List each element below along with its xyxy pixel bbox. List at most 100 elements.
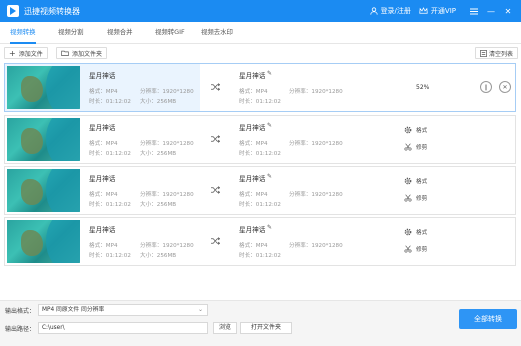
resolution-label: 分辨率：: [289, 192, 312, 198]
output-resolution: 1920*1280: [311, 89, 343, 95]
source-format: MP4: [105, 192, 118, 198]
trim-button[interactable]: 修剪: [404, 245, 427, 253]
pause-button[interactable]: ∥: [480, 81, 492, 93]
format-settings-button[interactable]: 格式: [404, 177, 427, 185]
source-format: MP4: [105, 243, 118, 249]
output-format: MP4: [255, 89, 268, 95]
source-size: 256MB: [156, 151, 177, 157]
trim-label: 修剪: [416, 145, 428, 151]
format-label: 格式：: [89, 243, 106, 249]
tab-remove-watermark[interactable]: 视频去水印: [201, 22, 233, 43]
video-thumbnail: [7, 169, 80, 212]
convert-all-button[interactable]: 全部转换: [459, 309, 517, 329]
add-file-button[interactable]: + 添加文件: [4, 47, 48, 59]
resolution-label: 分辨率：: [140, 89, 163, 95]
format-settings-label: 格式: [416, 128, 428, 134]
format-label: 格式：: [89, 89, 106, 95]
menu-icon: [470, 8, 478, 14]
output-path-value: C:\user\: [42, 325, 65, 331]
edit-name-icon[interactable]: ✎: [267, 173, 272, 180]
output-format-label: 输出格式：: [5, 308, 36, 315]
resolution-label: 分辨率：: [289, 243, 312, 249]
file-row[interactable]: 星月神话 格式：MP4 分辨率：1920*1280 时长：01:12:02 大小…: [4, 166, 516, 215]
tab-video-convert[interactable]: 视频转换: [10, 22, 36, 44]
minimize-button[interactable]: —: [484, 4, 498, 18]
output-resolution: 1920*1280: [311, 192, 343, 198]
edit-name-icon[interactable]: ✎: [267, 224, 272, 231]
file-row[interactable]: 星月神话 格式：MP4 分辨率：1920*1280 时长：01:12:02 大小…: [4, 63, 516, 112]
add-folder-label: 添加文件夹: [72, 50, 103, 58]
format-settings-button[interactable]: 格式: [404, 126, 427, 134]
output-duration: 01:12:02: [255, 253, 281, 259]
video-thumbnail: [7, 118, 80, 161]
convert-arrow-icon: [211, 186, 220, 194]
cancel-button[interactable]: ✕: [499, 81, 511, 93]
duration-label: 时长：: [239, 202, 256, 208]
output-file-name: 星月神话: [239, 124, 266, 132]
app-logo-icon: [7, 5, 19, 17]
file-row[interactable]: 星月神话 格式：MP4 分辨率：1920*1280 时长：01:12:02 大小…: [4, 217, 516, 266]
browse-button[interactable]: 浏览: [213, 322, 237, 334]
output-resolution: 1920*1280: [311, 243, 343, 249]
format-settings-button[interactable]: 格式: [404, 228, 427, 236]
source-size: 256MB: [156, 99, 177, 105]
source-resolution: 1920*1280: [162, 192, 194, 198]
edit-name-icon[interactable]: ✎: [267, 122, 272, 129]
output-format: MP4: [255, 192, 268, 198]
close-icon: ✕: [502, 83, 508, 91]
output-settings-bar: 输出格式： MP4 同原文件 同分辨率 ⌄ 输出路径： C:\user\ 浏览 …: [0, 300, 521, 346]
gear-icon: [404, 228, 412, 236]
duration-label: 时长：: [89, 99, 106, 105]
login-label: 登录/注册: [380, 7, 411, 15]
duration-label: 时长：: [239, 151, 256, 157]
vip-crown-icon: [419, 7, 428, 14]
duration-label: 时长：: [239, 99, 256, 105]
edit-name-icon[interactable]: ✎: [267, 70, 272, 77]
app-title: 迅捷视频转换器: [24, 6, 80, 16]
video-thumbnail: [7, 220, 80, 263]
output-duration: 01:12:02: [255, 99, 281, 105]
trim-button[interactable]: 修剪: [404, 143, 427, 151]
progress-percent: 52%: [416, 84, 430, 91]
scissors-icon: [404, 245, 412, 253]
file-toolbar: + 添加文件 添加文件夹 清空列表: [0, 45, 521, 61]
source-resolution: 1920*1280: [162, 141, 194, 147]
format-label: 格式：: [239, 192, 256, 198]
add-file-label: 添加文件: [18, 50, 43, 58]
output-path-label: 输出路径：: [5, 326, 36, 333]
source-format: MP4: [105, 89, 118, 95]
tab-video-split[interactable]: 视频分割: [58, 22, 84, 43]
size-label: 大小：: [140, 99, 157, 105]
source-file-name: 星月神话: [89, 175, 116, 183]
trim-label: 修剪: [416, 247, 428, 253]
clear-list-button[interactable]: 清空列表: [475, 47, 519, 59]
tab-video-to-gif[interactable]: 视频转GIF: [155, 22, 185, 43]
menu-button[interactable]: [467, 4, 481, 18]
open-folder-button[interactable]: 打开文件夹: [240, 322, 292, 334]
title-bar: 迅捷视频转换器 登录/注册 开通VIP — ✕: [0, 0, 521, 22]
format-label: 格式：: [239, 89, 256, 95]
vip-link[interactable]: 开通VIP: [419, 6, 456, 16]
format-label: 格式：: [89, 141, 106, 147]
add-folder-button[interactable]: 添加文件夹: [56, 47, 108, 59]
file-row[interactable]: 星月神话 格式：MP4 分辨率：1920*1280 时长：01:12:02 大小…: [4, 115, 516, 164]
format-label: 格式：: [239, 141, 256, 147]
trim-button[interactable]: 修剪: [404, 194, 427, 202]
clear-list-label: 清空列表: [489, 50, 514, 58]
source-format: MP4: [105, 141, 118, 147]
format-settings-label: 格式: [416, 230, 428, 236]
source-resolution: 1920*1280: [162, 243, 194, 249]
output-file-name: 星月神话: [239, 226, 266, 234]
format-label: 格式：: [89, 192, 106, 198]
gear-icon: [404, 177, 412, 185]
close-button[interactable]: ✕: [501, 4, 515, 18]
tab-video-merge[interactable]: 视频合并: [107, 22, 133, 43]
source-size: 256MB: [156, 202, 177, 208]
folder-icon: [61, 50, 69, 56]
output-path-input[interactable]: C:\user\: [38, 322, 208, 334]
size-label: 大小：: [140, 202, 157, 208]
output-duration: 01:12:02: [255, 202, 281, 208]
login-link[interactable]: 登录/注册: [369, 6, 411, 16]
source-duration: 01:12:02: [105, 202, 131, 208]
output-format-select[interactable]: MP4 同原文件 同分辨率 ⌄: [38, 304, 208, 316]
